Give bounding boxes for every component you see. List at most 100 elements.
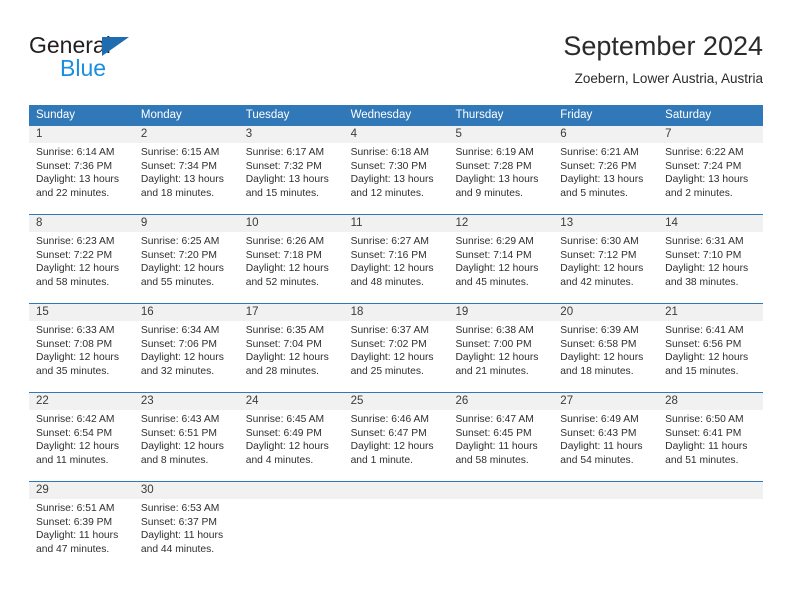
day-cell[interactable]: Sunrise: 6:19 AM Sunset: 7:28 PM Dayligh… [448, 143, 553, 214]
day-cell[interactable]: Sunrise: 6:33 AM Sunset: 7:08 PM Dayligh… [29, 321, 134, 392]
weekday-header-thursday: Thursday [455, 109, 504, 121]
sunset-text: Sunset: 7:26 PM [560, 160, 637, 172]
daylight-text-line2: and 32 minutes. [140, 365, 215, 377]
day-number[interactable]: 21 [658, 304, 763, 321]
day-number[interactable]: 10 [239, 215, 344, 232]
day-number[interactable]: 4 [344, 126, 449, 143]
daylight-text-line2: and 4 minutes. [245, 454, 314, 466]
day-cell[interactable]: Sunrise: 6:17 AM Sunset: 7:32 PM Dayligh… [239, 143, 344, 214]
day-cell[interactable]: Sunrise: 6:30 AM Sunset: 7:12 PM Dayligh… [553, 232, 658, 303]
day-number[interactable]: 22 [29, 393, 134, 410]
day-number[interactable]: 17 [239, 304, 344, 321]
day-cell[interactable]: Sunrise: 6:37 AM Sunset: 7:02 PM Dayligh… [344, 321, 449, 392]
day-cell[interactable]: Sunrise: 6:26 AM Sunset: 7:18 PM Dayligh… [239, 232, 344, 303]
sunrise-text: Sunrise: 6:50 AM [665, 414, 744, 425]
daylight-text-line2: and 35 minutes. [36, 365, 110, 377]
day-cell[interactable]: Sunrise: 6:50 AM Sunset: 6:41 PM Dayligh… [658, 410, 763, 481]
daylight-text-line1: Daylight: 12 hours [245, 263, 329, 275]
day-cell[interactable]: Sunrise: 6:49 AM Sunset: 6:43 PM Dayligh… [553, 410, 658, 481]
sunset-text: Sunset: 7:16 PM [350, 249, 427, 261]
sunset-text: Sunset: 6:54 PM [36, 427, 113, 439]
day-number[interactable]: 20 [553, 304, 658, 321]
day-number[interactable]: 15 [29, 304, 134, 321]
day-number[interactable]: 11 [344, 215, 449, 232]
day-cell[interactable]: Sunrise: 6:15 AM Sunset: 7:34 PM Dayligh… [134, 143, 239, 214]
day-cell[interactable]: Sunrise: 6:46 AM Sunset: 6:47 PM Dayligh… [344, 410, 449, 481]
day-number[interactable]: 26 [448, 393, 553, 410]
day-cell[interactable]: Sunrise: 6:14 AM Sunset: 7:36 PM Dayligh… [29, 143, 134, 214]
day-number[interactable]: 1 [29, 126, 134, 143]
day-cell[interactable]: Sunrise: 6:25 AM Sunset: 7:20 PM Dayligh… [134, 232, 239, 303]
day-number[interactable]: 12 [448, 215, 553, 232]
weekday-header-saturday: Saturday [665, 109, 712, 121]
day-number[interactable]: 3 [239, 126, 344, 143]
day-number[interactable]: 28 [658, 393, 763, 410]
day-cell[interactable]: Sunrise: 6:53 AM Sunset: 6:37 PM Dayligh… [134, 499, 239, 570]
day-number[interactable]: 5 [448, 126, 553, 143]
daylight-text-line1: Daylight: 11 hours [455, 441, 538, 453]
day-cell[interactable]: Sunrise: 6:31 AM Sunset: 7:10 PM Dayligh… [658, 232, 763, 303]
sunset-text: Sunset: 7:10 PM [665, 249, 742, 261]
day-cell[interactable]: Sunrise: 6:39 AM Sunset: 6:58 PM Dayligh… [553, 321, 658, 392]
sunset-text: Sunset: 7:32 PM [245, 160, 322, 172]
daylight-text-line1: Daylight: 12 hours [350, 352, 434, 364]
week-detail-band: Sunrise: 6:51 AM Sunset: 6:39 PM Dayligh… [29, 499, 763, 570]
calendar-grid: Sunday Monday Tuesday Wednesday Thursday… [29, 105, 763, 570]
daylight-text-line1: Daylight: 11 hours [560, 441, 643, 453]
sunset-text: Sunset: 6:47 PM [350, 427, 427, 439]
sunset-text: Sunset: 7:18 PM [245, 249, 322, 261]
sunrise-text: Sunrise: 6:45 AM [245, 414, 325, 425]
day-number[interactable]: 7 [658, 126, 763, 143]
day-number[interactable]: 19 [448, 304, 553, 321]
day-number[interactable]: 30 [134, 482, 239, 499]
day-number[interactable]: 16 [134, 304, 239, 321]
daylight-text-line1: Daylight: 12 hours [140, 352, 224, 364]
day-cell[interactable]: Sunrise: 6:22 AM Sunset: 7:24 PM Dayligh… [658, 143, 763, 214]
day-cell[interactable]: Sunrise: 6:51 AM Sunset: 6:39 PM Dayligh… [29, 499, 134, 570]
day-number[interactable]: 8 [29, 215, 134, 232]
day-number[interactable]: 14 [658, 215, 763, 232]
day-number[interactable]: 2 [134, 126, 239, 143]
weekday-header-sunday: Sunday [36, 109, 76, 121]
day-cell[interactable]: Sunrise: 6:34 AM Sunset: 7:06 PM Dayligh… [134, 321, 239, 392]
day-cell[interactable]: Sunrise: 6:43 AM Sunset: 6:51 PM Dayligh… [134, 410, 239, 481]
general-blue-logo[interactable]: General Blue [29, 32, 249, 84]
daylight-text-line1: Daylight: 12 hours [36, 263, 119, 275]
day-cell[interactable]: Sunrise: 6:42 AM Sunset: 6:54 PM Dayligh… [29, 410, 134, 481]
day-cell[interactable]: Sunrise: 6:38 AM Sunset: 7:00 PM Dayligh… [448, 321, 553, 392]
sunset-text: Sunset: 7:30 PM [350, 160, 427, 172]
daylight-text-line1: Daylight: 12 hours [245, 352, 329, 364]
week-daynumber-band: 8 9 10 11 12 13 14 [29, 215, 763, 232]
day-number[interactable]: 9 [134, 215, 239, 232]
day-cell[interactable]: Sunrise: 6:41 AM Sunset: 6:56 PM Dayligh… [658, 321, 763, 392]
day-cell[interactable]: Sunrise: 6:45 AM Sunset: 6:49 PM Dayligh… [239, 410, 344, 481]
day-cell[interactable]: Sunrise: 6:18 AM Sunset: 7:30 PM Dayligh… [344, 143, 449, 214]
day-cell[interactable]: Sunrise: 6:21 AM Sunset: 7:26 PM Dayligh… [553, 143, 658, 214]
daylight-text-line1: Daylight: 13 hours [665, 174, 749, 186]
day-cell[interactable]: Sunrise: 6:29 AM Sunset: 7:14 PM Dayligh… [448, 232, 553, 303]
day-number[interactable]: 29 [29, 482, 134, 499]
day-cell[interactable]: Sunrise: 6:27 AM Sunset: 7:16 PM Dayligh… [344, 232, 449, 303]
daylight-text-line2: and 22 minutes. [36, 187, 110, 199]
day-cell[interactable]: Sunrise: 6:23 AM Sunset: 7:22 PM Dayligh… [29, 232, 134, 303]
day-cell[interactable]: Sunrise: 6:35 AM Sunset: 7:04 PM Dayligh… [239, 321, 344, 392]
day-number-empty [658, 482, 763, 499]
day-number[interactable]: 13 [553, 215, 658, 232]
day-number[interactable]: 25 [344, 393, 449, 410]
sunrise-text: Sunrise: 6:47 AM [455, 414, 534, 425]
day-number[interactable]: 27 [553, 393, 658, 410]
day-number[interactable]: 23 [134, 393, 239, 410]
sunrise-text: Sunrise: 6:39 AM [560, 325, 639, 336]
daylight-text-line1: Daylight: 12 hours [665, 352, 749, 364]
daylight-text-line1: Daylight: 12 hours [665, 263, 749, 275]
day-cell[interactable]: Sunrise: 6:47 AM Sunset: 6:45 PM Dayligh… [448, 410, 553, 481]
daylight-text-line1: Daylight: 12 hours [350, 263, 434, 275]
day-number[interactable]: 18 [344, 304, 449, 321]
week-row: 1 2 3 4 5 6 7 Sunrise: 6:14 AM Sunset: 7… [29, 125, 763, 214]
sunrise-text: Sunrise: 6:53 AM [140, 503, 220, 514]
sunrise-text: Sunrise: 6:33 AM [36, 325, 115, 336]
weekday-header-wednesday: Wednesday [350, 109, 412, 121]
day-number[interactable]: 6 [553, 126, 658, 143]
day-number-empty [553, 482, 658, 499]
day-number[interactable]: 24 [239, 393, 344, 410]
